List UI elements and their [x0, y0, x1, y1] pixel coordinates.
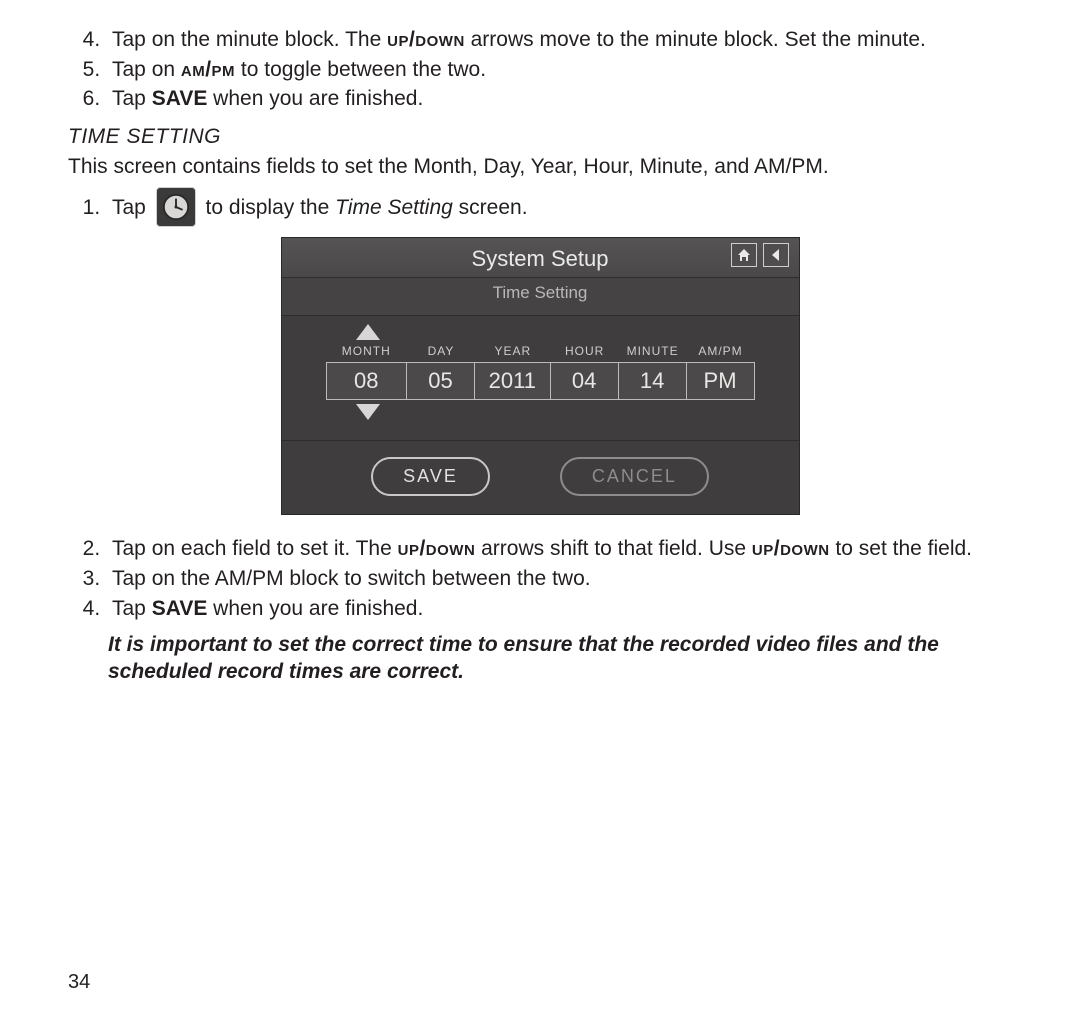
steps-list-a: Tap on the minute block. The up/down arr…	[82, 26, 1012, 113]
important-note: It is important to set the correct time …	[108, 631, 1012, 686]
updown-text: up/down	[752, 537, 830, 560]
field-values: 08 05 2011 04 14 PM	[326, 362, 755, 400]
label-day: DAY	[407, 344, 475, 360]
steps-list-b: Tap to display the Time Setting screen.	[82, 187, 1012, 230]
text: Tap	[112, 196, 152, 219]
step-b3: Tap on the AM/PM block to switch between…	[106, 565, 1012, 593]
text: to toggle between the two.	[235, 58, 486, 81]
back-icon[interactable]	[763, 243, 789, 267]
text: Tap	[112, 87, 152, 110]
time-setting-ital: Time Setting	[335, 196, 453, 219]
home-icon[interactable]	[731, 243, 757, 267]
device-title: System Setup	[472, 244, 609, 273]
clock-icon[interactable]	[156, 187, 196, 227]
step-b2: Tap on each field to set it. The up/down…	[106, 535, 1012, 563]
arrow-down-icon[interactable]	[356, 404, 380, 420]
device-screenshot: System Setup Time Setting MONTH DAY YEAR…	[281, 237, 800, 515]
field-ampm[interactable]: PM	[687, 362, 755, 400]
text: Tap	[112, 597, 152, 620]
label-year: YEAR	[475, 344, 551, 360]
section-heading: TIME SETTING	[68, 123, 1012, 151]
field-minute[interactable]: 14	[619, 362, 687, 400]
label-month: MONTH	[326, 344, 408, 360]
step-b4: Tap SAVE when you are finished.	[106, 595, 1012, 623]
field-day[interactable]: 05	[407, 362, 475, 400]
text: screen.	[453, 196, 528, 219]
step-b1: Tap to display the Time Setting screen.	[106, 187, 1012, 230]
step-6: Tap SAVE when you are finished.	[106, 85, 1012, 113]
updown-text: up/down	[398, 537, 476, 560]
field-labels: MONTH DAY YEAR HOUR MINUTE AM/PM	[326, 344, 755, 360]
save-button[interactable]: SAVE	[371, 457, 490, 497]
save-text: SAVE	[152, 597, 208, 620]
field-year[interactable]: 2011	[475, 362, 551, 400]
label-minute: MINUTE	[619, 344, 687, 360]
text: Tap on each field to set it. The	[112, 537, 398, 560]
device-buttons: SAVE CANCEL	[282, 440, 799, 515]
text: Tap on	[112, 58, 181, 81]
text: Tap on the minute block. The	[112, 28, 387, 51]
text: when you are finished.	[207, 597, 423, 620]
text: arrows shift to that field. Use	[475, 537, 752, 560]
ampm-text: am/pm	[181, 58, 235, 81]
save-text: SAVE	[152, 87, 208, 110]
step-4: Tap on the minute block. The up/down arr…	[106, 26, 1012, 54]
text: when you are finished.	[207, 87, 423, 110]
text: to display the	[206, 196, 336, 219]
arrow-up-icon[interactable]	[356, 324, 380, 340]
field-hour[interactable]: 04	[551, 362, 619, 400]
updown-text: up/down	[387, 28, 465, 51]
label-ampm: AM/PM	[687, 344, 755, 360]
cancel-button[interactable]: CANCEL	[560, 457, 709, 497]
step-5: Tap on am/pm to toggle between the two.	[106, 56, 1012, 84]
text: to set the field.	[830, 537, 972, 560]
picker-area: MONTH DAY YEAR HOUR MINUTE AM/PM 08 05 2…	[282, 316, 799, 440]
field-month[interactable]: 08	[326, 362, 408, 400]
device-subtitle: Time Setting	[282, 278, 799, 315]
clock-icon-wrap	[156, 187, 196, 230]
label-hour: HOUR	[551, 344, 619, 360]
page-number: 34	[68, 969, 90, 995]
steps-list-b-cont: Tap on each field to set it. The up/down…	[82, 535, 1012, 622]
section-paragraph: This screen contains fields to set the M…	[68, 153, 1012, 181]
device-header: System Setup	[282, 238, 799, 278]
text: arrows move to the minute block. Set the…	[465, 28, 926, 51]
